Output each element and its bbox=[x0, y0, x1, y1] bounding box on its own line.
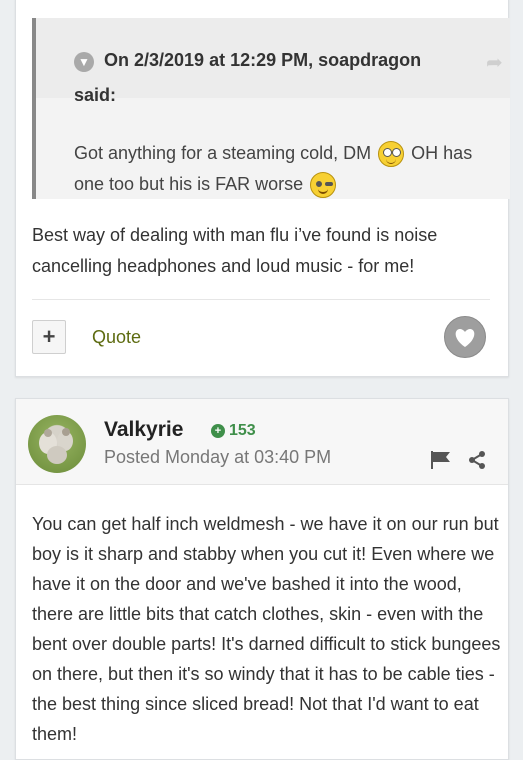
share-icon[interactable] bbox=[468, 451, 486, 469]
heart-icon bbox=[455, 329, 475, 347]
like-button[interactable] bbox=[444, 316, 486, 358]
quote-header: ▼ On 2/3/2019 at 12:29 PM, soapdragon sa… bbox=[36, 18, 510, 105]
post-card: Valkyrie + 153 Posted Monday at 03:40 PM… bbox=[15, 398, 509, 760]
post-body: You can get half inch weldmesh - we have… bbox=[32, 514, 501, 744]
quote-block: ▼ On 2/3/2019 at 12:29 PM, soapdragon sa… bbox=[32, 18, 510, 199]
multiquote-button[interactable]: + bbox=[32, 320, 66, 354]
divider bbox=[32, 299, 490, 300]
reputation-count: 153 bbox=[229, 422, 256, 439]
quote-button[interactable]: Quote bbox=[92, 327, 141, 348]
avatar[interactable] bbox=[28, 415, 86, 473]
flag-icon[interactable] bbox=[430, 451, 452, 469]
collapse-toggle-icon[interactable]: ▼ bbox=[74, 52, 94, 72]
post-timestamp[interactable]: Posted Monday at 03:40 PM bbox=[104, 447, 331, 468]
reputation-plus-icon: + bbox=[211, 424, 225, 438]
quote-text: Got anything for a steaming cold, DM OH … bbox=[74, 138, 494, 200]
quote-jump-icon[interactable]: ➦ bbox=[486, 50, 503, 75]
chickens-avatar-icon bbox=[39, 428, 73, 464]
post-header: Valkyrie + 153 Posted Monday at 03:40 PM bbox=[16, 399, 508, 485]
wink-emoji-icon bbox=[310, 172, 337, 199]
post-card: ▼ On 2/3/2019 at 12:29 PM, soapdragon sa… bbox=[15, 0, 510, 377]
rolling-eyes-emoji-icon bbox=[378, 141, 405, 168]
author-name[interactable]: Valkyrie bbox=[104, 418, 183, 442]
quote-said-label: said: bbox=[74, 85, 117, 105]
quote-attribution: On 2/3/2019 at 12:29 PM, soapdragon bbox=[104, 50, 422, 70]
quote-text-part1: Got anything for a steaming cold, DM bbox=[74, 143, 372, 163]
post-body: Best way of dealing with man flu i’ve fo… bbox=[32, 225, 438, 276]
